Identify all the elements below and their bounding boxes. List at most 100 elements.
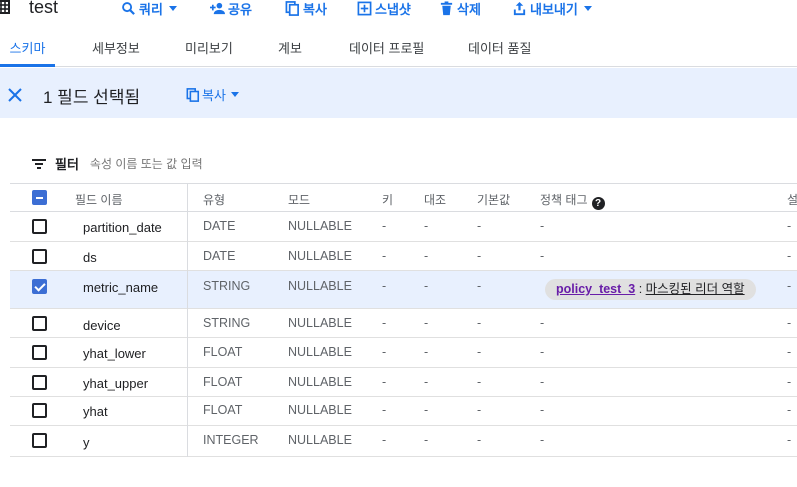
header-collation[interactable]: 대조 — [424, 191, 446, 208]
field-type: FLOAT — [203, 375, 243, 389]
header-default[interactable]: 기본값 — [477, 191, 510, 208]
field-key: - — [382, 219, 387, 233]
field-description: - — [787, 403, 792, 417]
row-checkbox[interactable] — [32, 249, 47, 264]
copy-label: 복사 — [303, 2, 327, 17]
table-row[interactable]: yhat_upper FLOAT NULLABLE - - - - - — [10, 368, 797, 397]
select-all-checkbox[interactable] — [32, 190, 47, 205]
tab-data-profile[interactable]: 데이터 프로필 — [349, 34, 424, 67]
field-description: - — [787, 249, 792, 263]
field-default: - — [477, 433, 482, 447]
copy-fields-button[interactable]: 복사 — [186, 85, 239, 104]
field-policy: - — [540, 403, 545, 417]
copy-icon — [186, 87, 200, 102]
filter-bar: 필터 — [32, 154, 350, 173]
tab-bar: 스키마 세부정보 미리보기 계보 데이터 프로필 데이터 품질 — [0, 34, 797, 67]
snapshot-button[interactable]: 스냅샷 — [357, 0, 411, 18]
field-default: - — [477, 316, 482, 330]
row-checkbox[interactable] — [32, 316, 47, 331]
close-icon[interactable] — [7, 87, 23, 103]
field-policy: - — [540, 375, 545, 389]
table-row[interactable]: ds DATE NULLABLE - - - - - — [10, 242, 797, 271]
query-label: 쿼리 — [139, 2, 163, 17]
column-divider — [187, 183, 188, 457]
row-checkbox[interactable] — [32, 375, 47, 390]
header-mode[interactable]: 모드 — [288, 191, 310, 208]
field-key: - — [382, 279, 387, 293]
copy-fields-label: 복사 — [202, 88, 226, 103]
policy-tags-label: 정책 태그 — [540, 193, 588, 207]
field-type: FLOAT — [203, 403, 243, 417]
share-label: 공유 — [228, 2, 252, 17]
snapshot-icon — [357, 1, 372, 16]
chevron-down-icon — [168, 6, 177, 11]
field-type: INTEGER — [203, 433, 259, 447]
field-type: STRING — [203, 279, 251, 293]
field-collation: - — [424, 249, 429, 263]
table-row[interactable]: device STRING NULLABLE - - - - - — [10, 309, 797, 338]
field-default: - — [477, 403, 482, 417]
policy-tag-link[interactable]: policy_test_3 — [556, 282, 635, 296]
field-key: - — [382, 249, 387, 263]
header-policy-tags[interactable]: 정책 태그? — [540, 191, 605, 210]
row-checkbox[interactable] — [32, 403, 47, 418]
chevron-down-icon — [230, 92, 239, 97]
field-mode: NULLABLE — [288, 375, 352, 389]
export-button[interactable]: 내보내기 — [512, 0, 592, 18]
delete-label: 삭제 — [457, 2, 481, 17]
tab-details[interactable]: 세부정보 — [92, 34, 140, 67]
export-icon — [513, 1, 526, 16]
field-name: metric_name — [83, 280, 159, 295]
field-key: - — [382, 316, 387, 330]
field-key: - — [382, 375, 387, 389]
field-name: yhat_lower — [83, 346, 146, 361]
policy-tag-role[interactable]: 마스킹된 리더 역할 — [646, 282, 745, 296]
header-field-name[interactable]: 필드 이름 — [75, 191, 123, 208]
filter-label: 필터 — [55, 157, 79, 172]
header-key[interactable]: 키 — [382, 191, 393, 208]
field-name: yhat — [83, 404, 108, 419]
table-row[interactable]: yhat_lower FLOAT NULLABLE - - - - - — [10, 338, 797, 368]
selected-count: 1 필드 선택됨 — [43, 88, 141, 107]
tab-schema[interactable]: 스키마 — [0, 34, 55, 67]
filter-input[interactable] — [89, 156, 350, 171]
header-type[interactable]: 유형 — [203, 191, 225, 208]
filter-icon[interactable] — [32, 158, 46, 170]
field-mode: NULLABLE — [288, 345, 352, 359]
field-collation: - — [424, 403, 429, 417]
snapshot-label: 스냅샷 — [375, 2, 411, 17]
field-name: y — [83, 435, 90, 450]
delete-button[interactable]: 삭제 — [439, 0, 481, 18]
tab-lineage[interactable]: 계보 — [278, 34, 302, 67]
row-checkbox[interactable] — [32, 219, 47, 234]
tab-preview[interactable]: 미리보기 — [185, 34, 233, 67]
field-mode: NULLABLE — [288, 249, 352, 263]
copy-button[interactable]: 복사 — [285, 0, 327, 18]
selection-bar: 1 필드 선택됨 복사 — [0, 68, 797, 118]
chevron-down-icon — [583, 6, 592, 11]
row-checkbox[interactable] — [32, 279, 47, 294]
table-row[interactable]: yhat FLOAT NULLABLE - - - - - — [10, 397, 797, 426]
field-description: - — [787, 316, 792, 330]
header-description[interactable]: 설 — [787, 191, 797, 208]
field-collation: - — [424, 375, 429, 389]
table-row[interactable]: metric_name STRING NULLABLE - - - policy… — [10, 271, 797, 309]
row-checkbox[interactable] — [32, 433, 47, 448]
field-description: - — [787, 433, 792, 447]
search-icon — [122, 2, 135, 15]
share-button[interactable]: 공유 — [210, 0, 252, 18]
field-mode: NULLABLE — [288, 279, 352, 293]
field-name: partition_date — [83, 220, 162, 235]
policy-tag-chip[interactable]: policy_test_3 : 마스킹된 리더 역할 — [545, 279, 756, 300]
field-name: device — [83, 318, 121, 333]
help-icon[interactable]: ? — [591, 197, 605, 210]
table-row[interactable]: y INTEGER NULLABLE - - - - - — [10, 426, 797, 457]
row-checkbox[interactable] — [32, 345, 47, 360]
table-title: test — [29, 0, 59, 17]
field-type: DATE — [203, 249, 236, 263]
table-row[interactable]: partition_date DATE NULLABLE - - - - - — [10, 212, 797, 242]
field-default: - — [477, 219, 482, 233]
query-button[interactable]: 쿼리 — [121, 0, 177, 18]
policy-tag-separator: : — [635, 282, 646, 296]
tab-data-quality[interactable]: 데이터 품질 — [468, 34, 531, 67]
